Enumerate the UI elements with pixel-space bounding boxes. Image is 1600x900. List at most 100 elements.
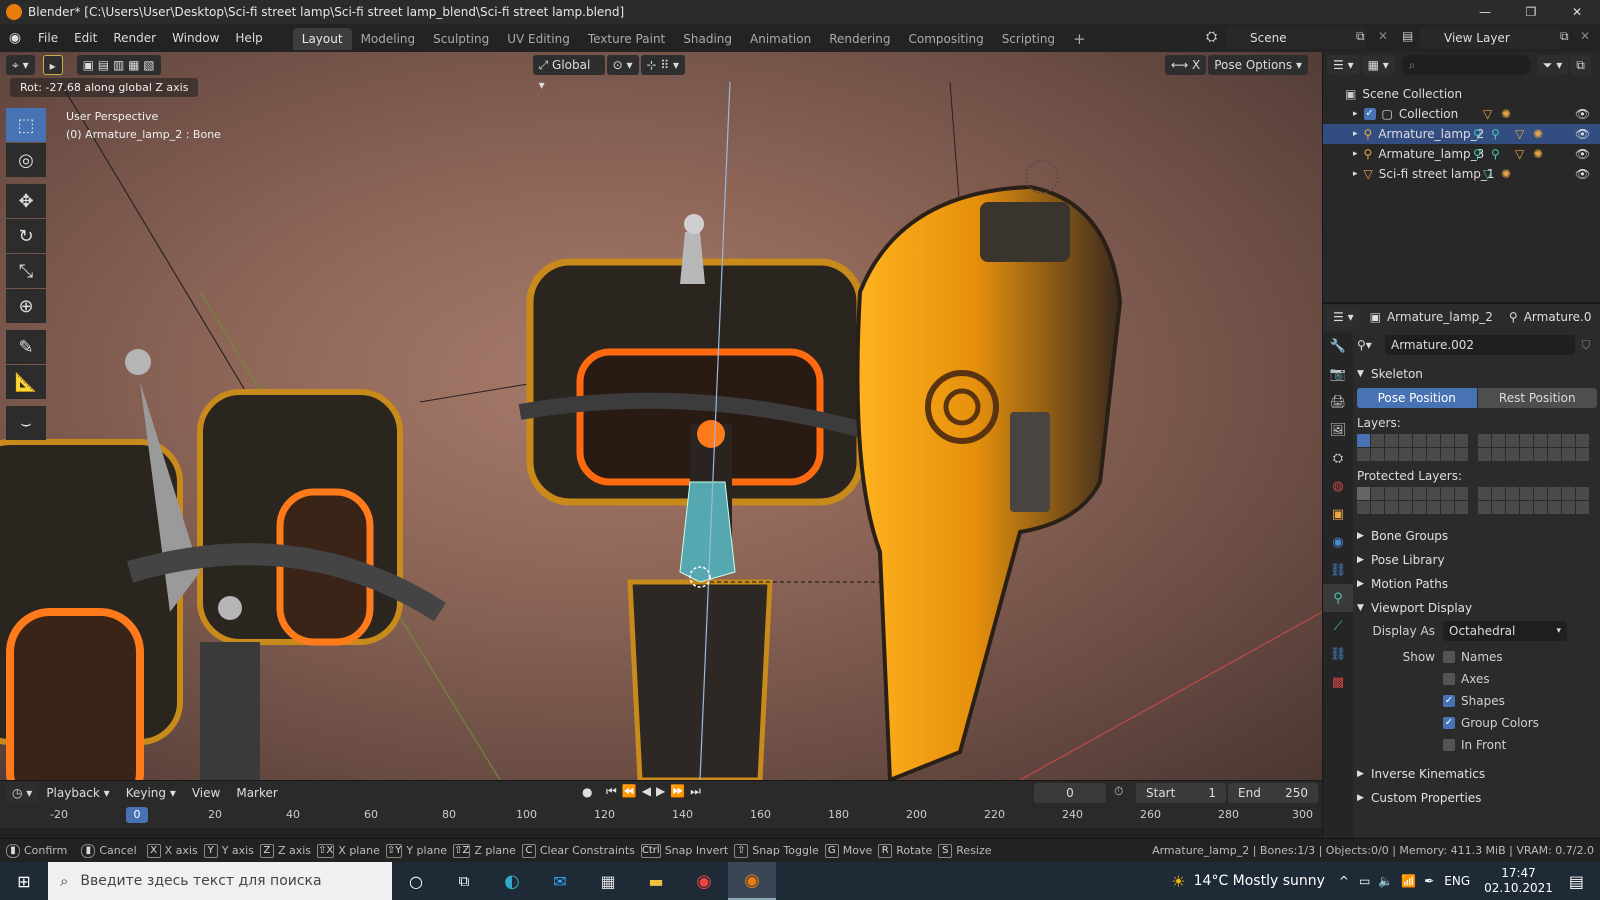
select-tool-icon[interactable]: ▸ <box>42 55 63 75</box>
tab-texture-paint[interactable]: Texture Paint <box>579 28 674 50</box>
expand-arrow-icon[interactable]: ▸ <box>1353 169 1358 179</box>
display-as-dropdown[interactable]: Octahedral ▾ <box>1443 621 1567 641</box>
store-icon[interactable]: ▦ <box>584 872 632 891</box>
scene-icon[interactable]: ⛭ <box>1206 29 1217 45</box>
minimize-button[interactable]: — <box>1462 0 1508 24</box>
protected-buttons-right[interactable] <box>1478 487 1589 514</box>
render-tab-icon[interactable]: 📷 <box>1323 360 1353 388</box>
armature-data-tab-icon[interactable]: ⚲ <box>1323 584 1353 612</box>
expand-arrow-icon[interactable]: ▸ <box>1353 149 1358 159</box>
timeline-ruler[interactable]: -20 0 20 40 60 80 100 120 140 160 180 20… <box>0 805 1322 827</box>
view-layer-icon[interactable]: ▤ <box>1402 29 1413 43</box>
outliner-editor-type-icon[interactable]: ☰ ▾ <box>1327 55 1360 75</box>
current-frame-field[interactable]: 0 <box>1034 783 1106 803</box>
menu-file[interactable]: File <box>30 24 66 52</box>
select-mode-buttons[interactable]: ▣ ▤ ▥ ▦ ▧ <box>76 55 161 75</box>
rest-position-button[interactable]: Rest Position <box>1477 388 1597 408</box>
tab-compositing[interactable]: Compositing <box>899 28 992 50</box>
viewport-display-panel-header[interactable]: ▼ Viewport Display <box>1357 596 1597 620</box>
weather-text[interactable]: 14°C Mostly sunny <box>1194 873 1325 889</box>
bone-groups-panel-header[interactable]: ▶ Bone Groups <box>1357 524 1597 548</box>
start-frame-field[interactable]: Start 1 <box>1136 783 1226 803</box>
preview-range-icon[interactable]: ⏱ <box>1114 784 1123 799</box>
show-option-in-front[interactable]: In Front <box>1357 734 1597 756</box>
tab-modeling[interactable]: Modeling <box>352 28 425 50</box>
chrome-icon[interactable]: ◉ <box>680 871 728 892</box>
scale-tool-icon[interactable]: ⤡ <box>6 254 46 288</box>
tab-scripting[interactable]: Scripting <box>993 28 1064 50</box>
timeline-editor-type-icon[interactable]: ◷ ▾ <box>6 783 39 803</box>
outliner-row-scene-collection[interactable]: ▣ Scene Collection <box>1323 84 1600 104</box>
blender-menu-icon[interactable]: ◉ <box>0 30 30 46</box>
maximize-button[interactable]: ❐ <box>1508 0 1554 24</box>
pivot-point-dropdown[interactable]: ⊙ ▾ <box>606 55 639 75</box>
relax-pose-tool-icon[interactable]: ⌣ <box>6 406 46 440</box>
add-workspace-button[interactable]: + <box>1064 28 1095 50</box>
record-icon[interactable]: ● <box>582 785 592 799</box>
armature-name-field[interactable]: Armature.002 <box>1385 335 1575 355</box>
outliner-row-sci-fi-street-lamp[interactable]: ▸ ▽ Sci-fi street lamp_1 ▽ ✺ 👁 <box>1323 164 1600 184</box>
tool-tab-icon[interactable]: 🔧 <box>1323 332 1353 360</box>
tab-layout[interactable]: Layout <box>292 27 352 50</box>
scene-selector[interactable]: Scene <box>1226 27 1366 49</box>
outliner-row-collection[interactable]: ▸ ✓ ▢ Collection ▽ ✺ 👁 <box>1323 104 1600 124</box>
tray-chevron-icon[interactable]: ^ <box>1339 874 1349 888</box>
outliner-search-input[interactable]: ⌕ <box>1400 55 1531 75</box>
windows-start-icon[interactable]: ⊞ <box>0 872 48 891</box>
menu-render[interactable]: Render <box>105 24 164 52</box>
mirror-x-icon[interactable]: ⟷ X <box>1164 55 1207 75</box>
task-view-icon[interactable]: ⧉ <box>440 872 488 890</box>
new-view-layer-icon[interactable]: ⧉ <box>1560 29 1569 44</box>
properties-editor-type-icon[interactable]: ☰ ▾ <box>1327 307 1360 327</box>
layers-grid[interactable] <box>1357 434 1597 461</box>
timeline-scrollbar[interactable] <box>0 828 1322 838</box>
custom-properties-panel-header[interactable]: ▶ Custom Properties <box>1357 786 1597 810</box>
new-scene-icon[interactable]: ⧉ <box>1356 29 1365 44</box>
world-tab-icon[interactable]: ◍ <box>1323 472 1353 500</box>
show-option-group-colors[interactable]: ✓ Group Colors <box>1357 712 1597 734</box>
pose-position-button[interactable]: Pose Position <box>1357 388 1477 408</box>
view-layer-selector[interactable]: View Layer <box>1420 27 1560 49</box>
axes-checkbox[interactable] <box>1443 673 1455 685</box>
visibility-eye-icon[interactable]: 👁 <box>1575 147 1590 161</box>
skeleton-panel-header[interactable]: ▼ Skeleton <box>1357 362 1597 386</box>
tab-uv-editing[interactable]: UV Editing <box>498 28 579 50</box>
tab-rendering[interactable]: Rendering <box>820 28 899 50</box>
filter-icon[interactable]: ⏷ ▾ <box>1536 55 1569 75</box>
delete-view-layer-icon[interactable]: ✕ <box>1580 29 1590 43</box>
current-frame-marker[interactable]: 0 <box>126 807 148 823</box>
transform-tool-icon[interactable]: ⊕ <box>6 289 46 323</box>
object-tab-icon[interactable]: ▣ <box>1323 500 1353 528</box>
visibility-eye-icon[interactable]: 👁 <box>1575 167 1590 181</box>
bone-constraint-tab-icon[interactable]: ⛓ <box>1323 640 1353 668</box>
tab-animation[interactable]: Animation <box>741 28 820 50</box>
weather-icon[interactable]: ☀ <box>1171 872 1185 891</box>
bone-tab-icon[interactable]: ⟋ <box>1323 612 1353 640</box>
show-option-shapes[interactable]: ✓ Shapes <box>1357 690 1597 712</box>
view-layer-tab-icon[interactable]: 🖼 <box>1323 416 1353 444</box>
scene-tab-icon[interactable]: ⛭ <box>1323 444 1353 472</box>
snap-toggle[interactable]: ⊹ ⠿ ▾ <box>640 55 685 75</box>
edge-icon[interactable]: ◐ <box>488 871 536 892</box>
cortana-icon[interactable]: ○ <box>392 872 440 891</box>
menu-marker[interactable]: Marker <box>228 781 285 805</box>
protected-buttons-left[interactable] <box>1357 487 1468 514</box>
menu-keying[interactable]: Keying ▾ <box>118 781 184 805</box>
menu-edit[interactable]: Edit <box>66 24 105 52</box>
motion-paths-panel-header[interactable]: ▶ Motion Paths <box>1357 572 1597 596</box>
in-front-checkbox[interactable] <box>1443 739 1455 751</box>
visibility-eye-icon[interactable]: 👁 <box>1575 127 1590 141</box>
output-tab-icon[interactable]: 🖨 <box>1323 388 1353 416</box>
menu-window[interactable]: Window <box>164 24 227 52</box>
display-mode-icon[interactable]: ▦ ▾ <box>1361 55 1395 75</box>
layer-buttons-right[interactable] <box>1478 434 1589 461</box>
protected-layers-grid[interactable] <box>1357 487 1597 514</box>
expand-arrow-icon[interactable]: ▸ <box>1353 129 1358 139</box>
3d-viewport[interactable]: ⇕ ⌖ ▾ ▸ ▣ ▤ ▥ ▦ ▧ ⤢ Global ▾ ⊙ ▾ ⊹ ⠿ ▾ ⟷… <box>0 52 1322 780</box>
measure-tool-icon[interactable]: 📐 <box>6 365 46 399</box>
mail-icon[interactable]: ✉ <box>536 872 584 891</box>
visibility-eye-icon[interactable]: 👁 <box>1575 107 1590 121</box>
expand-arrow-icon[interactable]: ▸ <box>1353 109 1358 119</box>
menu-help[interactable]: Help <box>227 24 270 52</box>
pen-icon[interactable]: ✒ <box>1424 874 1434 888</box>
